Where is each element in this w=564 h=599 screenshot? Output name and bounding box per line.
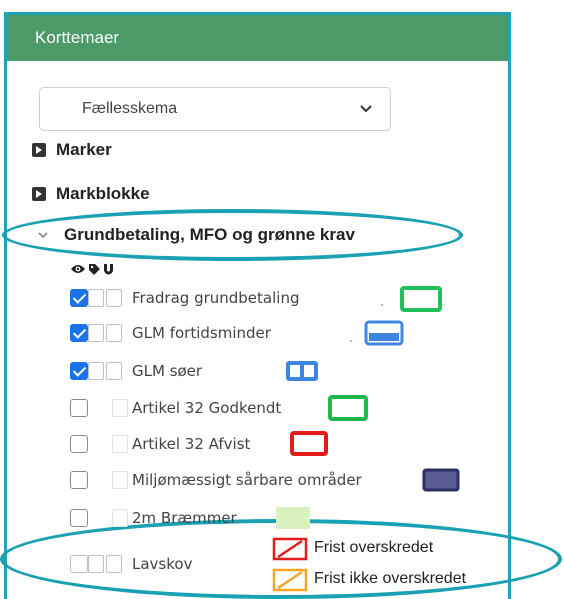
swatch-icon (276, 507, 310, 529)
layer-label-checkbox[interactable] (112, 471, 128, 489)
magnet-icon (104, 263, 113, 274)
layer-visible-checkbox[interactable] (70, 509, 88, 527)
layer-label: GLM fortidsminder (132, 324, 271, 342)
layer-label-checkbox[interactable] (88, 289, 104, 307)
layer-extra-checkbox[interactable] (106, 362, 122, 380)
swatch-icon (364, 320, 404, 346)
chevron-down-icon (360, 105, 372, 113)
group-marker[interactable]: Marker (32, 137, 112, 163)
layer-extra-checkbox[interactable] (106, 289, 122, 307)
eye-icon (71, 265, 85, 273)
legend-label: Frist ikke overskredet (314, 570, 467, 587)
panel-title: Korttemaer (7, 15, 508, 61)
swatch-icon (422, 468, 460, 492)
swatch-icon (286, 361, 318, 381)
caret-right-icon (32, 143, 46, 157)
swatch-icon (400, 286, 442, 312)
layer-visible-checkbox[interactable] (70, 471, 88, 489)
layer-label: 2m Bræmmer (132, 509, 237, 527)
layer-label: Artikel 32 Godkendt (132, 399, 282, 417)
theme-select-value: Fællesskema (82, 100, 178, 117)
swatch-icon (290, 431, 328, 456)
column-header-icons (70, 261, 114, 277)
swatch-icon (272, 568, 308, 592)
group-markblokke[interactable]: Markblokke (32, 181, 150, 207)
layer-visible-checkbox[interactable] (70, 555, 88, 573)
layer-extra-checkbox[interactable] (106, 324, 122, 342)
theme-select[interactable]: Fællesskema (39, 87, 391, 131)
layer-label: GLM søer (132, 362, 203, 380)
group-marker-label: Marker (56, 140, 112, 159)
dot (350, 340, 352, 342)
layer-extra-checkbox[interactable] (106, 555, 122, 573)
layer-label-checkbox[interactable] (88, 324, 104, 342)
layer-visible-checkbox[interactable] (70, 324, 88, 342)
layer-label-checkbox[interactable] (88, 362, 104, 380)
swatch-icon (328, 395, 368, 421)
swatch-icon (272, 537, 308, 561)
group-markblokke-label: Markblokke (56, 184, 150, 203)
layer-visible-checkbox[interactable] (70, 289, 88, 307)
layer-label-checkbox[interactable] (112, 435, 128, 453)
highlight-ellipse (2, 209, 463, 261)
layer-label: Lavskov (132, 555, 193, 573)
layer-visible-checkbox[interactable] (70, 399, 88, 417)
dot (381, 304, 383, 306)
layer-label: Miljømæssigt sårbare områder (132, 471, 362, 489)
layer-label-checkbox[interactable] (112, 509, 128, 527)
layer-visible-checkbox[interactable] (70, 362, 88, 380)
tag-icon (89, 263, 100, 275)
layer-label: Artikel 32 Afvist (132, 435, 251, 453)
caret-right-icon (32, 187, 46, 201)
layer-label-checkbox[interactable] (112, 399, 128, 417)
layer-label: Fradrag grundbetaling (132, 289, 300, 307)
legend-label: Frist overskredet (314, 539, 434, 556)
layer-visible-checkbox[interactable] (70, 435, 88, 453)
layer-label-checkbox[interactable] (88, 555, 104, 573)
